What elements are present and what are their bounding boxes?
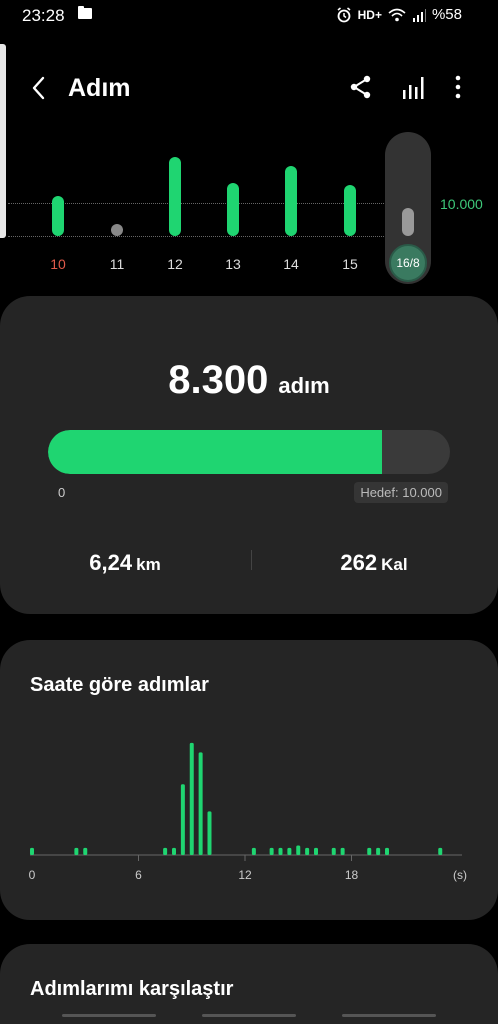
battery-level: %58 xyxy=(431,6,462,23)
hourly-bar xyxy=(207,811,212,855)
status-bar: 23:28 HD+ %58 xyxy=(0,0,498,32)
more-vert-icon[interactable] xyxy=(448,74,468,100)
folder-icon xyxy=(78,6,92,19)
hourly-bar xyxy=(83,847,88,855)
status-time: 23:28 xyxy=(22,6,65,25)
hourly-bar xyxy=(340,847,345,855)
back-arrow-icon[interactable] xyxy=(26,74,54,102)
hourly-steps-chart: 0 6 12 18 (s) xyxy=(29,742,467,882)
signal-icon xyxy=(412,8,426,22)
day-label-13: 13 xyxy=(225,256,241,272)
hourly-tick-label: 6 xyxy=(135,868,142,882)
hourly-bar xyxy=(198,752,203,855)
hourly-bar xyxy=(287,847,292,855)
progress-start-label: 0 xyxy=(58,485,66,500)
day-bar-13[interactable] xyxy=(227,182,239,236)
day-bar-15[interactable] xyxy=(344,185,356,236)
distance-value: 6,24 xyxy=(89,550,133,575)
day-bar-12[interactable] xyxy=(169,156,181,236)
hourly-bar xyxy=(314,847,318,855)
hourly-bar xyxy=(438,847,443,855)
hourly-bar xyxy=(376,847,381,855)
steps-total: 8.300 adım xyxy=(0,358,498,403)
hourly-bar xyxy=(30,847,34,855)
day-label-10: 10 xyxy=(50,256,66,272)
page-title: Adım xyxy=(68,74,131,102)
hourly-bar xyxy=(296,845,301,855)
hourly-bar xyxy=(385,847,389,855)
hourly-bar xyxy=(180,784,185,855)
steps-count: 8.300 xyxy=(168,358,269,402)
goal-line-label: 10.000 xyxy=(440,196,483,212)
calories-value: 262 xyxy=(340,550,378,575)
hourly-bar xyxy=(251,847,256,855)
day-dot-11[interactable] xyxy=(111,224,123,236)
hourly-bar xyxy=(172,847,176,855)
day-label-14: 14 xyxy=(283,256,299,272)
selected-day-badge: 16/8 xyxy=(389,244,427,282)
hourly-tick-label: 0 xyxy=(29,868,36,882)
status-indicators: HD+ %58 xyxy=(336,6,462,23)
network-type: HD+ xyxy=(357,7,382,22)
bar-stats-icon[interactable] xyxy=(402,76,426,100)
hourly-bar xyxy=(367,847,372,855)
weekly-steps-chart[interactable]: 10.000 10 11 12 13 14 15 16/8 xyxy=(0,130,498,290)
hourly-steps-card[interactable]: Saate göre adımlar 0 6 12 18 (s) xyxy=(0,640,498,920)
hourly-bar xyxy=(305,847,310,855)
baseline-line xyxy=(8,236,388,237)
nav-home[interactable] xyxy=(202,1014,296,1017)
day-bar-10[interactable] xyxy=(52,196,64,236)
goal-line xyxy=(8,203,388,204)
hourly-tick-label: 18 xyxy=(345,868,359,882)
goal-label: Hedef: 10.000 xyxy=(354,482,448,503)
day-label-15: 15 xyxy=(342,256,358,272)
day-selector[interactable]: 16/8 xyxy=(385,132,431,284)
day-label-12: 12 xyxy=(167,256,183,272)
alarm-icon xyxy=(337,6,351,22)
steps-unit: adım xyxy=(278,373,330,398)
distance-stat: 6,24 km xyxy=(0,550,250,576)
nav-back[interactable] xyxy=(342,1014,436,1017)
hourly-tick-label: 12 xyxy=(238,868,252,882)
steps-summary-card[interactable]: 8.300 adım 0 Hedef: 10.000 6,24 km 262 Kal xyxy=(0,296,498,614)
day-label-11: 11 xyxy=(109,256,125,272)
compare-title: Adımlarımı karşılaştır xyxy=(30,978,234,1000)
hourly-tick-label: (s) xyxy=(453,868,467,882)
steps-progress-fill xyxy=(48,430,382,474)
app-bar: Adım xyxy=(0,64,498,114)
distance-unit: km xyxy=(136,555,161,574)
calories-stat: 262 Kal xyxy=(250,550,498,576)
hourly-bar xyxy=(74,847,79,855)
wifi-icon xyxy=(388,8,406,21)
share-icon[interactable] xyxy=(348,74,374,100)
hourly-bar xyxy=(278,847,283,855)
hourly-bar xyxy=(189,742,194,855)
day-bar-14[interactable] xyxy=(285,166,297,236)
system-nav-bar xyxy=(0,1006,498,1024)
selector-handle[interactable] xyxy=(402,208,414,236)
nav-recent[interactable] xyxy=(62,1014,156,1017)
hourly-bar xyxy=(163,847,168,855)
hourly-bar xyxy=(269,847,274,855)
steps-progress-bar xyxy=(48,430,450,474)
calories-unit: Kal xyxy=(381,555,408,574)
hourly-bar xyxy=(331,847,336,855)
